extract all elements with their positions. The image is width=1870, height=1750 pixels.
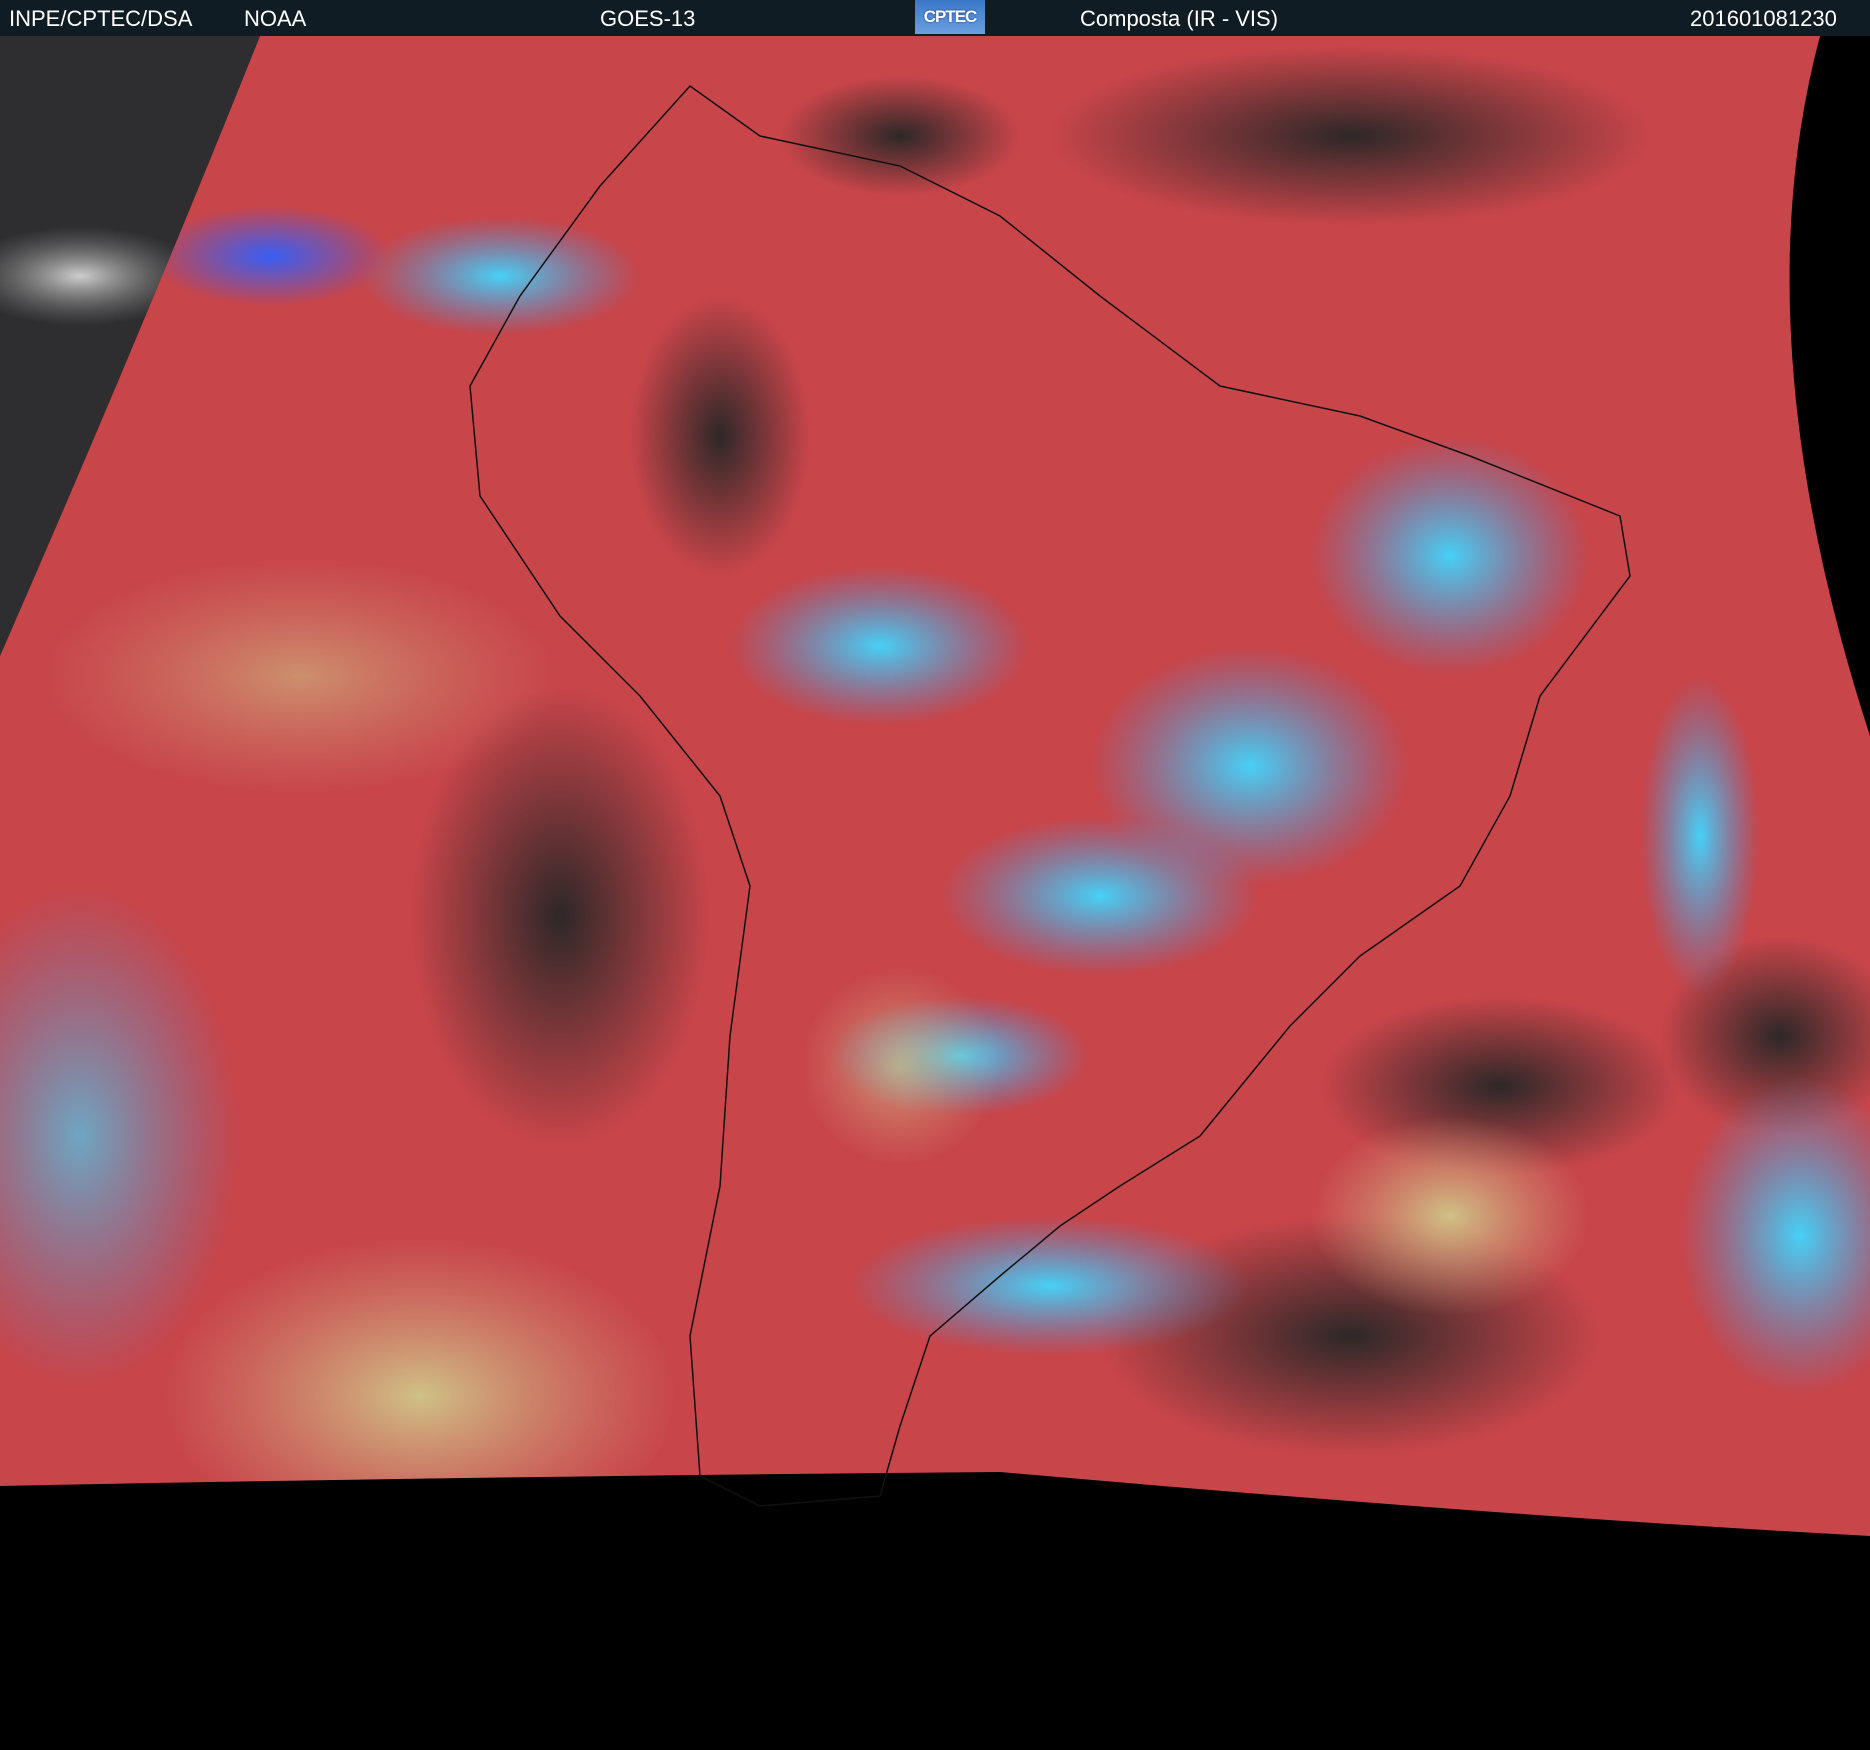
agency-label: NOAA: [244, 6, 307, 31]
product-label: Composta (IR - VIS): [1080, 6, 1279, 31]
cptec-logo: CPTEC: [915, 0, 985, 34]
satellite-composite-image: [0, 36, 1870, 1750]
institution-label: INPE/CPTEC/DSA: [9, 6, 193, 31]
image-header: INPE/CPTEC/DSA NOAA GOES-13 CPTEC Compos…: [0, 0, 1870, 36]
satellite-label: GOES-13: [600, 6, 696, 31]
timestamp-label: 201601081230: [1690, 6, 1837, 31]
